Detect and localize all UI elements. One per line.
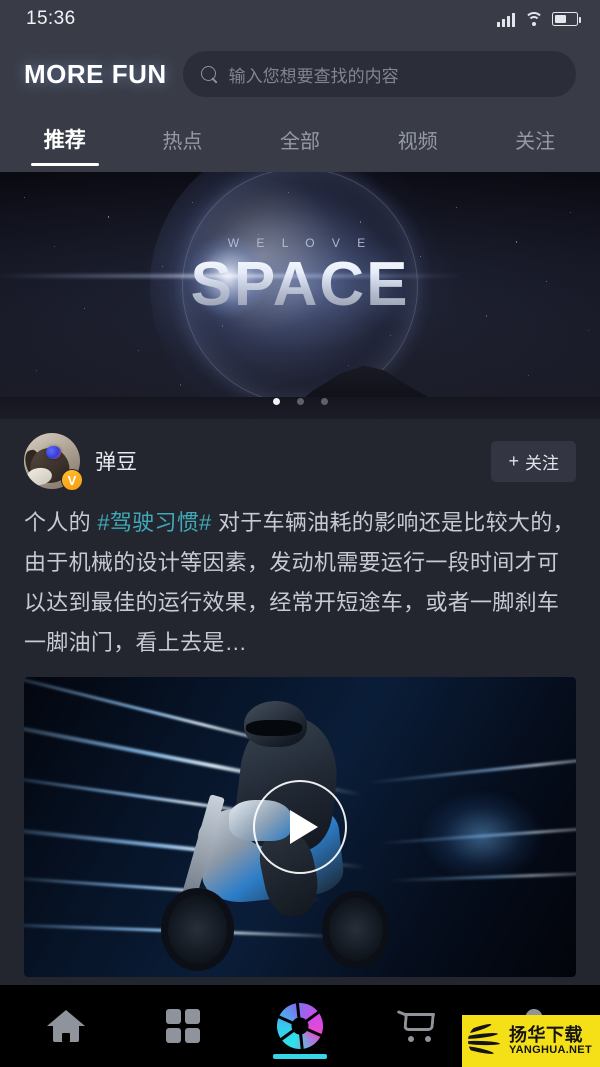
front-wheel [161, 888, 235, 971]
feed-post: V 弹豆 + 关注 个人的 #驾驶习惯# 对于车辆油耗的影响还是比较大的，由于机… [0, 419, 600, 977]
post-hashtag[interactable]: #驾驶习惯# [97, 510, 211, 535]
verified-badge: V [61, 469, 83, 491]
watermark-en: YANGHUA.NET [509, 1043, 592, 1056]
app-logo: MORE FUN [24, 58, 167, 89]
tab-video[interactable]: 视频 [359, 110, 477, 172]
nav-item-cart[interactable] [358, 985, 475, 1067]
carousel-dot-1[interactable] [272, 398, 280, 405]
watermark-cn: 扬华下载 [509, 1024, 583, 1045]
search-input[interactable]: 输入您想要查找的内容 [182, 51, 576, 97]
banner-text: W E L O V E SPACE [0, 236, 600, 316]
category-tabs: 推荐 热点 全部 视频 关注 [0, 110, 600, 172]
signal-icon [497, 12, 515, 27]
carousel-dot-3[interactable] [320, 398, 328, 405]
play-triangle [290, 810, 318, 844]
tab-following[interactable]: 关注 [476, 110, 594, 172]
active-indicator [272, 1054, 327, 1059]
nav-item-home[interactable] [8, 985, 125, 1067]
home-icon [47, 1010, 85, 1042]
wifi-icon [524, 12, 543, 26]
watermark-text: 扬华下载 YANGHUA.NET [509, 1024, 592, 1056]
city-lights-glow [421, 791, 543, 881]
status-bar: 15:36 [0, 0, 600, 38]
play-icon[interactable] [253, 780, 347, 874]
search-placeholder: 输入您想要查找的内容 [228, 66, 399, 86]
mountain-silhouette [0, 345, 600, 419]
post-body: 个人的 #驾驶习惯# 对于车辆油耗的影响还是比较大的，由于机械的设计等因素，发动… [24, 503, 576, 677]
status-time: 15:36 [26, 8, 76, 29]
follow-button-label: 关注 [525, 453, 559, 473]
app-header: MORE FUN 输入您想要查找的内容 [0, 38, 600, 110]
tab-recommend[interactable]: 推荐 [6, 110, 124, 172]
watermark: 扬华下载 YANGHUA.NET [462, 1015, 600, 1067]
carousel-dots[interactable] [0, 398, 600, 405]
banner-title: SPACE [0, 253, 600, 316]
post-text-lead: 个人的 [24, 510, 98, 535]
post-header: V 弹豆 + 关注 [24, 419, 576, 503]
shutter-icon [276, 1002, 323, 1050]
tab-hot[interactable]: 热点 [124, 110, 242, 172]
battery-icon [552, 12, 582, 26]
author-name[interactable]: 弹豆 [95, 446, 476, 476]
dog-goggle [46, 446, 61, 459]
search-icon [200, 65, 218, 83]
globe-icon [468, 1023, 504, 1059]
rear-wheel [321, 890, 390, 969]
plus-icon: + [508, 451, 519, 471]
banner-kicker: W E L O V E [227, 235, 373, 250]
nav-item-category[interactable] [125, 985, 242, 1067]
grid-icon [166, 1009, 201, 1043]
status-icons [497, 12, 582, 27]
video-thumbnail[interactable] [24, 677, 576, 977]
nav-item-camera[interactable] [242, 985, 359, 1067]
tab-all[interactable]: 全部 [241, 110, 359, 172]
follow-button[interactable]: + 关注 [491, 440, 576, 482]
cart-icon [396, 1010, 437, 1042]
helmet-visor [246, 719, 303, 737]
carousel-dot-2[interactable] [296, 398, 304, 405]
banner-carousel[interactable]: W E L O V E SPACE [0, 172, 600, 419]
avatar[interactable]: V [24, 433, 83, 491]
